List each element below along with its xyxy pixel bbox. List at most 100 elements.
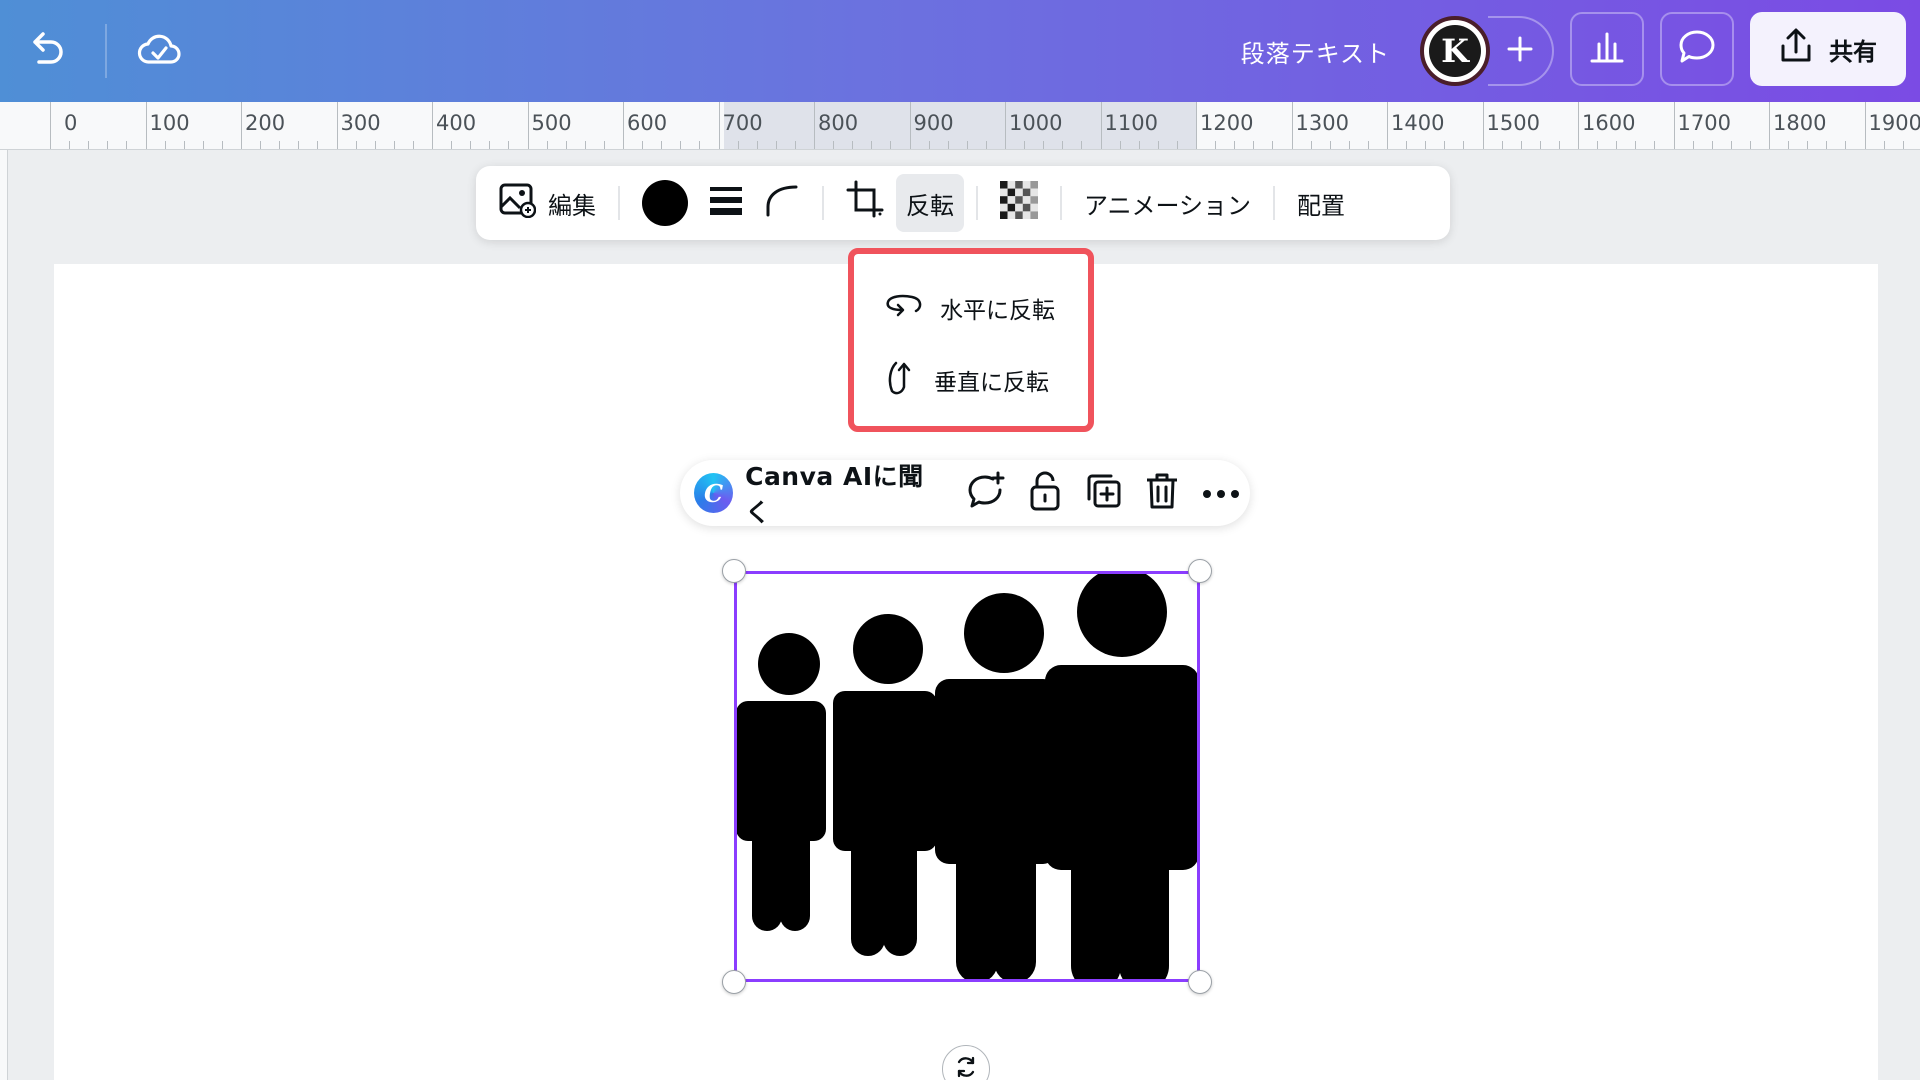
ruler-minor-tick: [584, 141, 586, 149]
ruler-minor-tick: [451, 141, 453, 149]
ruler-minor-tick: [985, 141, 987, 149]
ruler-minor-tick: [1902, 141, 1904, 149]
ruler-tick-label: 400: [436, 111, 477, 135]
cloud-save-status-button[interactable]: [130, 22, 188, 80]
comments-button[interactable]: [1660, 12, 1734, 86]
document-title[interactable]: 段落テキスト: [1200, 34, 1390, 69]
ruler-minor-tick: [1425, 141, 1427, 149]
comment-add-icon: [966, 471, 1006, 515]
position-button[interactable]: 配置: [1287, 174, 1355, 232]
flip-vertical-icon: [884, 357, 918, 403]
ruler-minor-tick: [1272, 141, 1274, 149]
ruler-minor-tick: [1616, 141, 1618, 149]
ruler-tick-label: 1200: [1200, 111, 1254, 135]
resize-handle-bottom-right[interactable]: [1188, 970, 1212, 994]
ruler-minor-tick: [947, 141, 949, 149]
ruler-major-tick: [1196, 102, 1197, 149]
ruler-minor-tick: [69, 141, 71, 149]
ruler-minor-tick: [470, 141, 472, 149]
ruler-minor-tick: [221, 141, 223, 149]
resize-handle-bottom-left[interactable]: [722, 970, 746, 994]
more-options-button[interactable]: [1191, 463, 1250, 523]
redo-icon: [29, 32, 69, 70]
edit-label: 編集: [548, 191, 596, 220]
position-label: 配置: [1297, 191, 1346, 220]
ruler-tick-label: 0: [64, 111, 78, 135]
ruler-minor-tick: [1024, 141, 1026, 149]
ruler-minor-tick: [603, 141, 605, 149]
transparency-button[interactable]: [990, 174, 1048, 232]
ruler-minor-tick: [1749, 141, 1751, 149]
color-picker-button[interactable]: [632, 174, 698, 232]
toolbar-divider: [822, 186, 824, 220]
ruler-tick-label: 1400: [1391, 111, 1445, 135]
flip-vertical-option[interactable]: 垂直に反転: [854, 344, 1088, 416]
ruler-minor-tick: [1597, 141, 1599, 149]
flip-horizontal-option[interactable]: 水平に反転: [854, 272, 1088, 344]
corner-rounding-button[interactable]: [754, 174, 810, 232]
ruler-minor-tick: [794, 141, 796, 149]
ruler-major-tick: [145, 102, 147, 149]
ruler-major-tick: [1864, 102, 1866, 149]
ruler-minor-tick: [126, 141, 128, 149]
header-divider: [105, 24, 107, 78]
border-weight-icon: [708, 185, 744, 221]
ruler-major-tick: [814, 102, 815, 149]
user-avatar[interactable]: K: [1420, 16, 1490, 86]
cloud-check-icon: [137, 32, 181, 70]
ruler-minor-tick: [1348, 141, 1350, 149]
ruler-major-tick: [623, 102, 624, 149]
vertical-ruler[interactable]: [0, 150, 8, 1080]
animation-button[interactable]: アニメーション: [1074, 174, 1261, 232]
ruler-minor-tick: [871, 141, 873, 149]
ruler-major-tick: [50, 102, 51, 149]
ruler-tick-label: 200: [245, 111, 286, 135]
ruler-minor-tick: [164, 141, 166, 149]
ruler-minor-tick: [1558, 141, 1560, 149]
ruler-tick-label: 1900: [1868, 111, 1920, 135]
add-comment-button[interactable]: [957, 463, 1016, 523]
flip-dropdown-menu: 水平に反転 垂直に反転: [848, 248, 1094, 432]
ask-canva-ai-button[interactable]: C Canva AIに聞く: [694, 457, 945, 529]
share-button[interactable]: 共有: [1750, 12, 1906, 86]
selection-box: [734, 571, 1200, 982]
horizontal-ruler[interactable]: 0 100 200 300 400 500 600 700 800 900 1000 1100 1200…: [0, 102, 1920, 150]
ruler-minor-tick: [642, 141, 644, 149]
duplicate-button[interactable]: [1074, 463, 1133, 523]
ruler-minor-tick: [1654, 141, 1656, 149]
ruler-tick-label: 1600: [1582, 111, 1636, 135]
ruler-minor-tick: [508, 141, 510, 149]
ruler-tick-label: 100: [149, 111, 190, 135]
ruler-minor-tick: [699, 141, 701, 149]
toolbar-divider: [618, 186, 620, 220]
insights-button[interactable]: [1570, 12, 1644, 86]
crop-button[interactable]: [836, 174, 896, 232]
ruler-minor-tick: [1215, 141, 1217, 149]
resize-handle-top-right[interactable]: [1188, 559, 1212, 583]
delete-button[interactable]: [1133, 463, 1192, 523]
ruler-minor-tick: [565, 141, 567, 149]
redo-button[interactable]: [20, 22, 78, 80]
edit-image-button[interactable]: 編集: [488, 174, 606, 232]
ruler-minor-tick: [202, 141, 204, 149]
ruler-minor-tick: [1520, 141, 1522, 149]
add-collaborator-button[interactable]: [1488, 16, 1554, 86]
ruler-minor-tick: [1788, 141, 1790, 149]
ruler-minor-tick: [1883, 141, 1885, 149]
flip-button[interactable]: 反転: [896, 174, 964, 232]
ruler-minor-tick: [489, 141, 491, 149]
resize-handle-top-left[interactable]: [722, 559, 746, 583]
ruler-minor-tick: [737, 141, 739, 149]
ruler-minor-tick: [260, 141, 262, 149]
ruler-minor-tick: [775, 141, 777, 149]
element-toolbar: 編集 反転 アニメーション 配置: [476, 166, 1450, 240]
ask-canva-ai-label: Canva AIに聞く: [745, 462, 924, 527]
ruler-minor-tick: [412, 141, 414, 149]
border-style-button[interactable]: [698, 174, 754, 232]
ruler-major-tick: [1578, 102, 1579, 149]
ruler-minor-tick: [852, 141, 854, 149]
more-horizontal-icon: [1201, 484, 1241, 503]
lock-button[interactable]: [1015, 463, 1074, 523]
flip-vertical-label: 垂直に反転: [934, 370, 1049, 396]
ruler-minor-tick: [1310, 141, 1312, 149]
